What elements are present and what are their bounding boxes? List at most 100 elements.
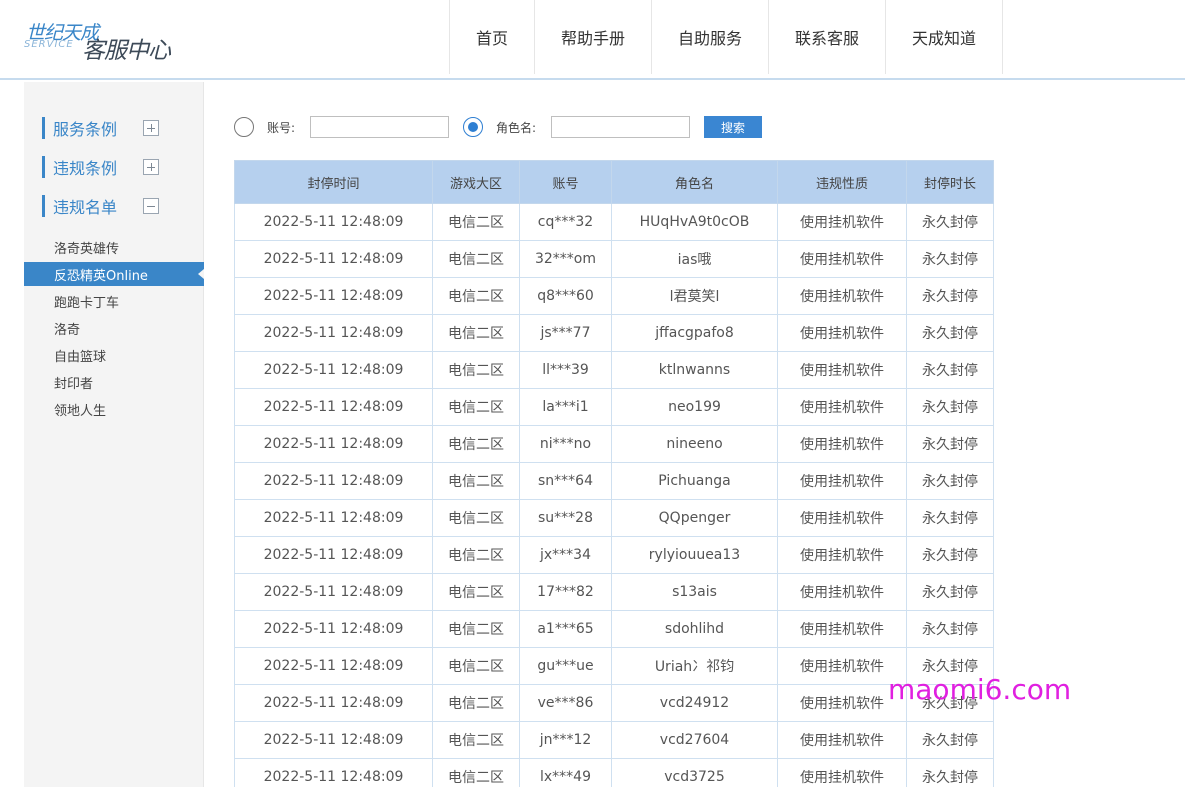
cell-account: sn***64 xyxy=(519,462,612,500)
role-input[interactable] xyxy=(551,116,690,138)
cell-account: ve***86 xyxy=(519,684,612,722)
col-ban-time: 封停时间 xyxy=(234,160,433,204)
cell-server: 电信二区 xyxy=(432,536,520,574)
top-nav: 首页 帮助手册 自助服务 联系客服 天成知道 xyxy=(449,0,1003,74)
sidebar-section-violation-list[interactable]: 违规名单 xyxy=(42,195,182,217)
table-row: 2022-5-11 12:48:09 电信二区 lx***49 vcd3725 使用挂机… xyxy=(234,758,994,787)
cell-ban-time: 2022-5-11 12:48:09 xyxy=(234,758,433,787)
cell-role-name: HUqHvA9t0cOB xyxy=(611,203,778,241)
cell-server: 电信二区 xyxy=(432,277,520,315)
cell-server: 电信二区 xyxy=(432,314,520,352)
cell-role-name: rylyiouuea13 xyxy=(611,536,778,574)
cell-account: cq***32 xyxy=(519,203,612,241)
col-role-name: 角色名 xyxy=(611,160,778,204)
cell-account: 32***om xyxy=(519,240,612,278)
cell-server: 电信二区 xyxy=(432,499,520,537)
sidebar-section-service-terms[interactable]: 服务条例 xyxy=(42,117,182,139)
table-row: 2022-5-11 12:48:09 电信二区 sn***64 Pichuanga 使用… xyxy=(234,462,994,500)
expand-plus-icon[interactable] xyxy=(143,159,159,175)
cell-role-name: nineeno xyxy=(611,425,778,463)
section-bar xyxy=(42,156,45,178)
col-account: 账号 xyxy=(519,160,612,204)
nav-help-manual[interactable]: 帮助手册 xyxy=(535,0,652,74)
cell-server: 电信二区 xyxy=(432,610,520,648)
role-label: 角色名: xyxy=(496,121,537,135)
cell-violation-type: 使用挂机软件 xyxy=(777,758,907,787)
cell-account: ll***39 xyxy=(519,351,612,389)
cell-violation-type: 使用挂机软件 xyxy=(777,610,907,648)
cell-violation-type: 使用挂机软件 xyxy=(777,573,907,611)
table-row: 2022-5-11 12:48:09 电信二区 gu***ue Uriah冫祁钧 使用挂… xyxy=(234,647,994,685)
sidebar-game-item[interactable]: 洛奇英雄传 xyxy=(24,235,204,259)
table-row: 2022-5-11 12:48:09 电信二区 q8***60 l君莫笑l 使用挂机软件… xyxy=(234,277,994,315)
search-button[interactable]: 搜索 xyxy=(704,116,762,138)
table-row: 2022-5-11 12:48:09 电信二区 ni***no nineeno 使用挂机… xyxy=(234,425,994,463)
account-input[interactable] xyxy=(310,116,449,138)
cell-server: 电信二区 xyxy=(432,573,520,611)
cell-role-name: vcd24912 xyxy=(611,684,778,722)
table-row: 2022-5-11 12:48:09 电信二区 cq***32 HUqHvA9t0cO… xyxy=(234,203,994,241)
sidebar: 服务条例 违规条例 违规名单 洛奇英雄传反恐精英Online 跑跑卡丁车洛奇自由篮… xyxy=(24,82,204,787)
collapse-minus-icon[interactable] xyxy=(143,198,159,214)
cell-ban-duration: 永久封停 xyxy=(906,203,994,241)
cell-role-name: Uriah冫祁钧 xyxy=(611,647,778,685)
cell-ban-duration: 永久封停 xyxy=(906,536,994,574)
cell-ban-duration: 永久封停 xyxy=(906,573,994,611)
cell-server: 电信二区 xyxy=(432,684,520,722)
cell-violation-type: 使用挂机软件 xyxy=(777,277,907,315)
table-row: 2022-5-11 12:48:09 电信二区 ve***86 vcd24912 使用挂… xyxy=(234,684,994,722)
cell-ban-duration: 永久封停 xyxy=(906,314,994,352)
cell-role-name: vcd3725 xyxy=(611,758,778,787)
nav-home[interactable]: 首页 xyxy=(450,0,535,74)
sidebar-game-item[interactable]: 自由篮球 xyxy=(24,343,204,367)
sidebar-section-violation-rules[interactable]: 违规条例 xyxy=(42,156,182,178)
sidebar-game-item[interactable]: 封印者 xyxy=(24,370,204,394)
cell-account: la***i1 xyxy=(519,388,612,426)
table-row: 2022-5-11 12:48:09 电信二区 a1***65 sdohlihd 使用挂… xyxy=(234,610,994,648)
cell-violation-type: 使用挂机软件 xyxy=(777,499,907,537)
logo[interactable]: 世纪天成 SERVICE 客服中心 xyxy=(24,18,194,64)
logo-line3: 客服中心 xyxy=(82,38,171,64)
section-bar xyxy=(42,195,45,217)
cell-violation-type: 使用挂机软件 xyxy=(777,721,907,759)
cell-ban-time: 2022-5-11 12:48:09 xyxy=(234,721,433,759)
cell-role-name: s13ais xyxy=(611,573,778,611)
cell-server: 电信二区 xyxy=(432,351,520,389)
cell-account: q8***60 xyxy=(519,277,612,315)
table-row: 2022-5-11 12:48:09 电信二区 ll***39 ktlnwanns 使用… xyxy=(234,351,994,389)
cell-ban-time: 2022-5-11 12:48:09 xyxy=(234,425,433,463)
account-radio[interactable] xyxy=(234,117,254,137)
cell-ban-time: 2022-5-11 12:48:09 xyxy=(234,240,433,278)
cell-ban-duration: 永久封停 xyxy=(906,388,994,426)
cell-ban-duration: 永久封停 xyxy=(906,721,994,759)
cell-account: su***28 xyxy=(519,499,612,537)
sidebar-game-item[interactable]: 反恐精英Online xyxy=(24,262,204,286)
cell-ban-time: 2022-5-11 12:48:09 xyxy=(234,351,433,389)
nav-contact-support[interactable]: 联系客服 xyxy=(769,0,886,74)
nav-knowledge[interactable]: 天成知道 xyxy=(886,0,1003,74)
cell-account: js***77 xyxy=(519,314,612,352)
sidebar-game-item[interactable]: 领地人生 xyxy=(24,397,204,421)
table-row: 2022-5-11 12:48:09 电信二区 32***om ias哦 使用挂机软件永… xyxy=(234,240,994,278)
cell-ban-duration: 永久封停 xyxy=(906,277,994,315)
cell-ban-time: 2022-5-11 12:48:09 xyxy=(234,314,433,352)
cell-ban-duration: 永久封停 xyxy=(906,351,994,389)
table-header-row: 封停时间 游戏大区 账号 角色名 违规性质 封停时长 xyxy=(234,160,994,204)
role-radio[interactable] xyxy=(463,117,483,137)
cell-server: 电信二区 xyxy=(432,758,520,787)
cell-server: 电信二区 xyxy=(432,203,520,241)
nav-self-service[interactable]: 自助服务 xyxy=(652,0,769,74)
ban-list-table: 封停时间 游戏大区 账号 角色名 违规性质 封停时长 2022-5-11 12:… xyxy=(234,160,994,787)
sidebar-game-item[interactable]: 跑跑卡丁车 xyxy=(24,289,204,313)
table-row: 2022-5-11 12:48:09 电信二区 la***i1 neo199 使用挂机软… xyxy=(234,388,994,426)
cell-violation-type: 使用挂机软件 xyxy=(777,351,907,389)
cell-ban-time: 2022-5-11 12:48:09 xyxy=(234,573,433,611)
table-row: 2022-5-11 12:48:09 电信二区 jn***12 vcd27604 使用挂… xyxy=(234,721,994,759)
cell-account: jn***12 xyxy=(519,721,612,759)
cell-ban-time: 2022-5-11 12:48:09 xyxy=(234,388,433,426)
cell-ban-duration: 永久封停 xyxy=(906,425,994,463)
cell-violation-type: 使用挂机软件 xyxy=(777,462,907,500)
search-bar: 账号: 角色名: 搜索 xyxy=(234,116,774,138)
expand-plus-icon[interactable] xyxy=(143,120,159,136)
sidebar-game-item[interactable]: 洛奇 xyxy=(24,316,204,340)
